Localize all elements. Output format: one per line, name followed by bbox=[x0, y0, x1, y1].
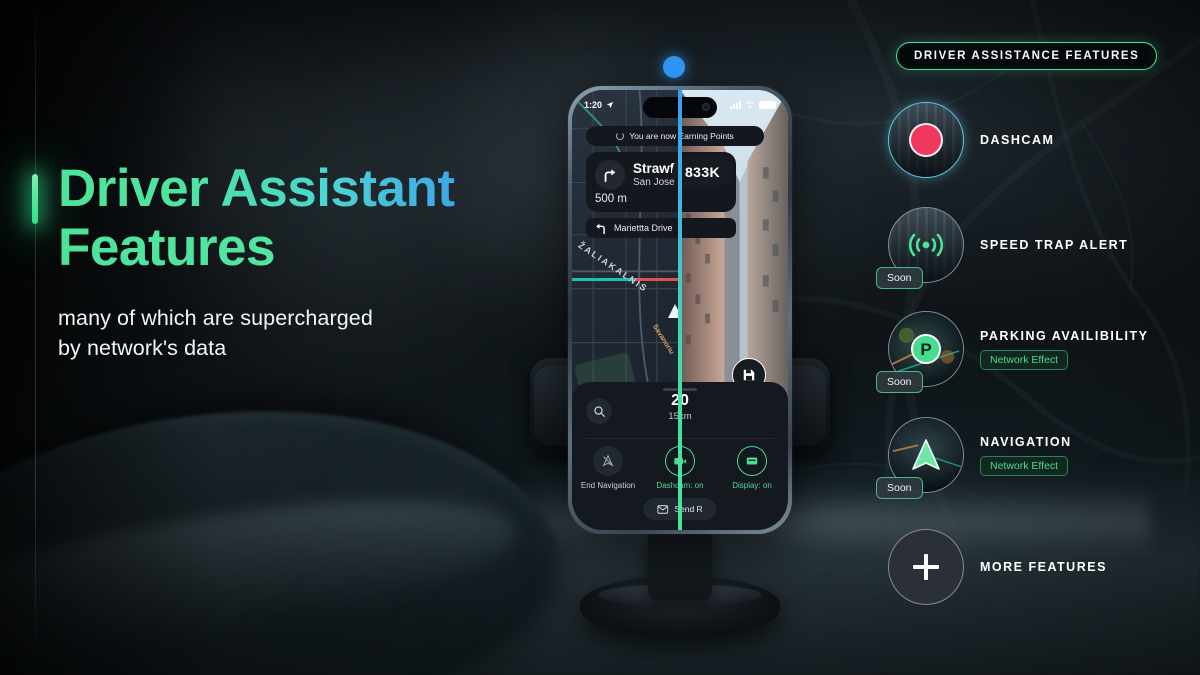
soon-badge: Soon bbox=[876, 477, 923, 499]
turn-distance: 500 m bbox=[595, 193, 627, 205]
more-features-text: MORE FEATURES bbox=[980, 560, 1107, 574]
parking-feature-text: PARKING AVAILIBILITY Network Effect bbox=[980, 329, 1148, 370]
feature-item-more-features[interactable]: MORE FEATURES bbox=[888, 529, 1107, 605]
next-turn-card: Mariettta Drive bbox=[586, 218, 736, 238]
headline-line-1: Driver Assistant bbox=[58, 159, 455, 218]
navigation-arrow-icon bbox=[912, 439, 940, 470]
earning-points-toast: You are now Earning Points bbox=[586, 126, 764, 146]
subtitle-line-1: many of which are supercharged bbox=[58, 305, 373, 330]
navigation-feature-text: NAVIGATION Network Effect bbox=[980, 435, 1072, 476]
plus-icon bbox=[913, 554, 939, 580]
page-title: Driver Assistant Features bbox=[58, 160, 528, 278]
speed-trap-feature-icon: Soon bbox=[876, 207, 964, 289]
dashcam-feature-text: DASHCAM bbox=[980, 133, 1054, 147]
battery-icon bbox=[759, 101, 776, 109]
comparison-slider-line[interactable] bbox=[678, 90, 682, 530]
end-navigation-icon bbox=[593, 446, 623, 476]
features-panel: DRIVER ASSISTANCE FEATURES DASHCAM Soon … bbox=[876, 0, 1200, 675]
dashcam-feature-icon bbox=[888, 102, 964, 178]
smartphone: ŽALIAKALNIS Savanoriu Savanoriu bbox=[568, 86, 792, 534]
end-navigation-label: End Navigation bbox=[580, 481, 636, 490]
turn-right-icon bbox=[595, 160, 625, 190]
network-effect-tag: Network Effect bbox=[980, 455, 1069, 476]
feature-title: DASHCAM bbox=[980, 133, 1055, 147]
feature-item-parking-availibility[interactable]: P Soon PARKING AVAILIBILITY Network Effe… bbox=[876, 311, 1148, 393]
soon-badge: Soon bbox=[876, 371, 923, 393]
promo-slide: Driver Assistant Features many of which … bbox=[0, 0, 1200, 675]
signal-waves-icon bbox=[908, 233, 944, 257]
status-time: 1:20 bbox=[584, 100, 603, 110]
status-bar-right bbox=[730, 101, 776, 109]
parking-feature-icon: P Soon bbox=[876, 311, 964, 393]
display-toggle[interactable]: Display: on bbox=[716, 446, 788, 490]
feature-title: SPEED TRAP ALERT bbox=[980, 238, 1129, 252]
navigation-feature-icon: Soon bbox=[876, 417, 964, 499]
feature-title: MORE FEATURES bbox=[980, 560, 1107, 574]
phone-screen[interactable]: ŽALIAKALNIS Savanoriu Savanoriu bbox=[572, 90, 788, 530]
navigation-arrow-icon bbox=[606, 101, 614, 109]
feature-item-dashcam[interactable]: DASHCAM bbox=[888, 102, 1054, 178]
phone-mount-assembly: ŽALIAKALNIS Savanoriu Savanoriu bbox=[520, 80, 840, 640]
subtitle-line-2: by network's data bbox=[58, 336, 227, 361]
mail-icon bbox=[657, 504, 669, 514]
search-icon[interactable] bbox=[586, 398, 612, 424]
network-effect-tag: Network Effect bbox=[980, 349, 1069, 370]
more-features-icon bbox=[888, 529, 964, 605]
panel-title-badge: DRIVER ASSISTANCE FEATURES bbox=[896, 42, 1158, 70]
record-dot-icon bbox=[909, 123, 943, 157]
turn-left-icon bbox=[596, 223, 605, 234]
feature-item-speed-trap-alert[interactable]: Soon SPEED TRAP ALERT bbox=[876, 207, 1128, 289]
display-icon bbox=[737, 446, 767, 476]
hero-subtitle: many of which are supercharged by networ… bbox=[58, 303, 528, 364]
end-navigation-button[interactable]: End Navigation bbox=[572, 446, 644, 490]
turn-city: San Jose bbox=[633, 177, 675, 189]
cellular-bars-icon bbox=[730, 101, 741, 109]
soon-badge: Soon bbox=[876, 267, 923, 289]
parking-p-icon: P bbox=[911, 334, 941, 364]
wifi-icon bbox=[745, 102, 755, 109]
mount-neck bbox=[648, 532, 712, 600]
accent-marker bbox=[32, 174, 38, 224]
headline-line-2: Features bbox=[58, 218, 528, 278]
feature-title: PARKING AVAILIBILITY bbox=[980, 328, 1149, 343]
spinner-icon bbox=[616, 132, 625, 140]
feature-item-navigation[interactable]: Soon NAVIGATION Network Effect bbox=[876, 417, 1072, 499]
turn-text: Strawfl San Jose bbox=[633, 161, 678, 189]
display-label: Display: on bbox=[732, 481, 772, 490]
save-icon bbox=[743, 369, 755, 381]
status-bar-left: 1:20 bbox=[584, 100, 614, 110]
hero-copy: Driver Assistant Features many of which … bbox=[58, 160, 528, 364]
speed-trap-feature-text: SPEED TRAP ALERT bbox=[980, 238, 1128, 252]
comparison-slider-handle[interactable] bbox=[663, 56, 685, 78]
feature-title: NAVIGATION bbox=[980, 434, 1072, 449]
next-turn-street: Mariettta Drive bbox=[614, 223, 673, 233]
left-vertical-rule bbox=[35, 0, 36, 675]
